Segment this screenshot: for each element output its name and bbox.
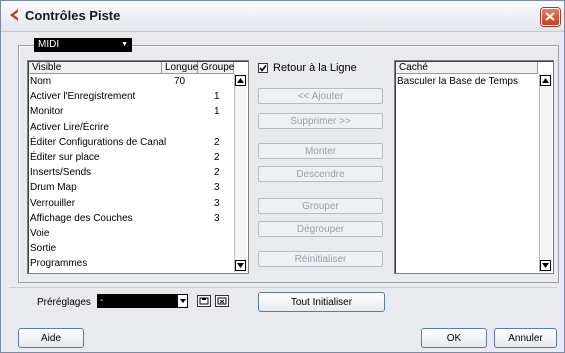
table-row[interactable]: Éditer Configurations de Canal: [30, 136, 166, 150]
save-preset-button[interactable]: [197, 295, 211, 307]
longue-cell: 70: [174, 76, 186, 87]
chevron-down-icon: ▼: [121, 41, 128, 48]
table-row[interactable]: Nom: [30, 75, 51, 89]
ungroup-button[interactable]: Dégrouper: [258, 221, 383, 237]
groupe-cell: 2: [214, 167, 220, 179]
table-row[interactable]: Drum Map: [30, 181, 77, 195]
column-header-hidden[interactable]: Caché: [396, 62, 538, 74]
chevron-up-icon: [237, 78, 244, 83]
scroll-up-button[interactable]: [235, 75, 246, 86]
chevron-down-icon: [542, 263, 549, 268]
presets-dropdown[interactable]: -: [97, 294, 188, 308]
scroll-down-button[interactable]: [540, 260, 551, 271]
table-row[interactable]: Activer l'Enregistrement: [30, 90, 135, 104]
group-button[interactable]: Grouper: [258, 198, 383, 214]
reset-button[interactable]: Réinitialiser: [258, 251, 383, 267]
close-button[interactable]: [541, 8, 560, 26]
scroll-down-button[interactable]: [235, 260, 246, 271]
track-type-value: MIDI: [38, 39, 60, 50]
wrap-checkbox-label: Retour à la Ligne: [273, 62, 357, 74]
presets-label: Préréglages: [37, 297, 91, 308]
remove-button[interactable]: Supprimer >>: [258, 113, 383, 129]
ok-button[interactable]: OK: [421, 328, 487, 348]
groupe-cell: 3: [214, 212, 220, 224]
table-row[interactable]: Programmes: [30, 257, 87, 271]
presets-value: -: [100, 295, 104, 306]
table-row[interactable]: Inserts/Sends: [30, 166, 91, 180]
table-row[interactable]: Sortie: [30, 242, 56, 256]
chevron-down-icon: [180, 299, 186, 303]
track-type-dropdown[interactable]: MIDI ▼: [34, 38, 132, 52]
close-icon: [545, 12, 555, 21]
move-up-button[interactable]: Monter: [258, 143, 383, 159]
groupe-cell: 1: [214, 106, 220, 118]
wrap-checkbox[interactable]: [258, 63, 268, 73]
cancel-button[interactable]: Annuler: [494, 328, 557, 348]
chevron-up-icon: [542, 78, 549, 83]
cubase-logo-icon: [10, 9, 18, 21]
reset-all-button[interactable]: Tout Initialiser: [258, 292, 385, 312]
scroll-up-button[interactable]: [540, 75, 551, 86]
table-row[interactable]: Affichage des Couches: [30, 212, 133, 226]
table-row[interactable]: Activer Lire/Écrire: [30, 121, 109, 135]
move-down-button[interactable]: Descendre: [258, 166, 383, 182]
hidden-list-scrollbar[interactable]: [539, 74, 552, 272]
help-button[interactable]: Aide: [18, 328, 84, 348]
checkmark-icon: [259, 65, 267, 72]
list-item[interactable]: Basculer la Base de Temps: [397, 75, 518, 89]
delete-preset-button[interactable]: [215, 295, 229, 307]
table-row[interactable]: Éditer sur place: [30, 151, 99, 165]
column-header-longue[interactable]: Longue: [162, 62, 198, 74]
add-button[interactable]: << Ajouter: [258, 88, 383, 104]
chevron-down-icon: [237, 263, 244, 268]
window-title: Contrôles Piste: [25, 8, 121, 23]
hidden-controls-list[interactable]: Caché Basculer la Base de Temps: [394, 60, 554, 274]
table-row[interactable]: Monitor: [30, 105, 63, 119]
groupe-cell: 1: [214, 91, 220, 103]
save-icon: [199, 297, 209, 305]
groupe-cell: 3: [214, 182, 220, 194]
groupe-cell: 2: [214, 136, 220, 148]
column-header-groupe[interactable]: Groupe: [198, 62, 234, 74]
groupe-cell: 3: [214, 197, 220, 209]
visible-controls-list[interactable]: Visible Longue Groupe Nom 70 Activer l'Enr…: [27, 60, 249, 274]
column-header-visible[interactable]: Visible: [29, 62, 162, 74]
presets-dropdown-button[interactable]: [177, 294, 188, 308]
table-row[interactable]: Verrouiller: [30, 197, 75, 211]
delete-icon: [217, 297, 227, 305]
title-bar[interactable]: Contrôles Piste: [1, 1, 564, 32]
visible-list-scrollbar[interactable]: [234, 74, 247, 272]
groupe-cell: 2: [214, 152, 220, 163]
table-row[interactable]: Voie: [30, 227, 49, 241]
